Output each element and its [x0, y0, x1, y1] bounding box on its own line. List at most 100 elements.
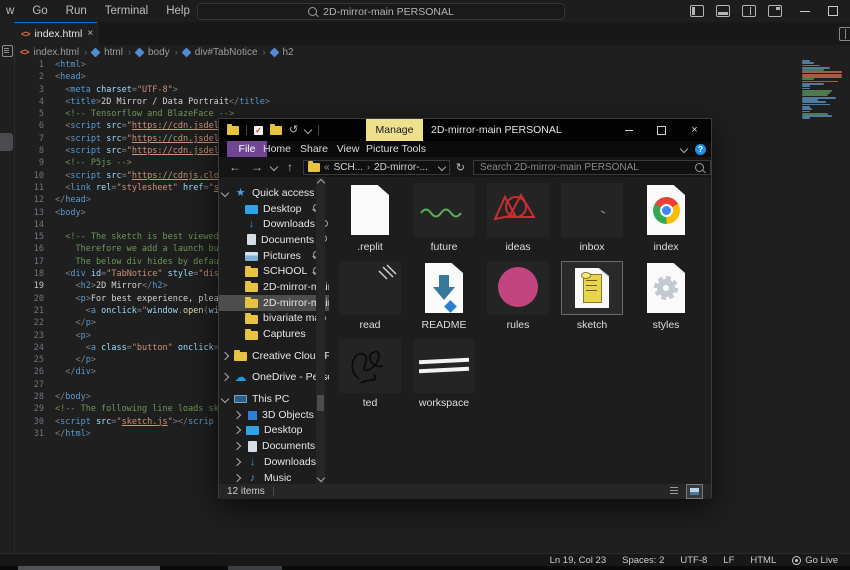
file-styles[interactable]: styles: [629, 261, 703, 339]
sidebar-item-desktop[interactable]: Desktop: [219, 423, 329, 439]
manage-contextual-tab[interactable]: Manage: [366, 119, 423, 141]
status-item[interactable]: LF: [723, 555, 734, 566]
code-line[interactable]: 3 <meta charset="UTF-8">: [14, 84, 850, 96]
ribbon-tab-picture-tools[interactable]: Picture Tools: [365, 141, 427, 157]
toggle-sidebar-icon[interactable]: [690, 5, 704, 17]
details-view-icon[interactable]: [667, 484, 682, 497]
explorer-maximize-button[interactable]: [645, 119, 678, 141]
sidebar-scrollbar[interactable]: [316, 177, 325, 484]
ribbon-tab-view[interactable]: View: [335, 141, 361, 157]
sidebar-item-onedrive-person[interactable]: ☁OneDrive - Person: [219, 370, 329, 386]
sidebar-item-this-pc[interactable]: This PC: [219, 391, 329, 407]
split-editor-icon[interactable]: [839, 27, 850, 41]
file-ted[interactable]: ted: [333, 339, 407, 417]
sidebar-item-creative-cloud-fil[interactable]: Creative Cloud Fil: [219, 348, 329, 364]
file-index[interactable]: index: [629, 183, 703, 261]
breadcrumb-item[interactable]: index.html: [34, 47, 80, 58]
sidebar-item-school[interactable]: SCHOOL: [219, 263, 329, 279]
forward-icon[interactable]: →: [251, 160, 263, 174]
sidebar-item-3d-objects[interactable]: 3D Objects: [219, 407, 329, 423]
chevron-down-icon[interactable]: [221, 395, 229, 403]
breadcrumb-item[interactable]: body: [148, 47, 170, 58]
chevron-right-icon[interactable]: [233, 458, 241, 466]
status-item[interactable]: UTF-8: [680, 555, 707, 566]
crumb-school[interactable]: SCH...: [334, 162, 363, 173]
minimize-icon[interactable]: [800, 11, 810, 12]
tab-index-html[interactable]: <> index.html ×: [14, 22, 98, 45]
chevron-right-icon[interactable]: [233, 442, 241, 450]
sidebar-item-captures[interactable]: Captures: [219, 326, 329, 342]
status-item[interactable]: Ln 19, Col 23: [550, 555, 607, 566]
explorer-titlebar[interactable]: ✓ ↺ Manage 2D-mirror-main PERSONAL ×: [219, 119, 711, 141]
sidebar-item-documents[interactable]: Documents: [219, 232, 329, 248]
sidebar-item-2d-mirror-main[interactable]: 2D-mirror-main: [219, 279, 329, 295]
back-icon[interactable]: ←: [229, 160, 241, 174]
customize-layout-icon[interactable]: [768, 5, 782, 17]
tab-close-icon[interactable]: ×: [87, 28, 93, 39]
breadcrumb-item[interactable]: html: [104, 47, 123, 58]
notebook-icon[interactable]: [2, 45, 13, 57]
up-icon[interactable]: ↑: [287, 160, 293, 174]
file-read[interactable]: read: [333, 261, 407, 339]
properties-check-icon[interactable]: ✓: [254, 126, 263, 135]
file-sketch[interactable]: sketch: [555, 261, 629, 339]
undo-icon[interactable]: ↺: [289, 125, 298, 135]
file-inbox[interactable]: inbox: [555, 183, 629, 261]
sidebar-item-documents[interactable]: Documents: [219, 438, 329, 454]
chevron-right-icon[interactable]: [233, 411, 241, 419]
file-workspace[interactable]: workspace: [407, 339, 481, 417]
scroll-down-icon[interactable]: [317, 474, 325, 482]
chevron-down-icon[interactable]: [304, 126, 312, 134]
sidebar-item-pictures[interactable]: Pictures: [219, 248, 329, 264]
chevron-right-icon[interactable]: [233, 426, 241, 434]
scroll-up-icon[interactable]: [317, 179, 325, 187]
file-replit[interactable]: .replit: [333, 183, 407, 261]
code-line[interactable]: 4 <title>2D Mirror / Data Portrait</titl…: [14, 96, 850, 108]
sidebar-item-desktop[interactable]: Desktop: [219, 201, 329, 217]
chevron-down-icon[interactable]: [221, 189, 229, 197]
explorer-search-input[interactable]: Search 2D-mirror-main PERSONAL: [473, 160, 711, 175]
large-icons-view-icon[interactable]: [686, 484, 703, 499]
crumb-2d-mirror[interactable]: 2D-mirror-...: [374, 162, 428, 173]
minimap[interactable]: [802, 60, 848, 120]
sidebar-item-quick-access[interactable]: ★Quick access: [219, 185, 329, 201]
chevron-right-icon[interactable]: [233, 473, 241, 481]
chevron-right-icon[interactable]: [221, 373, 229, 381]
sidebar-item-bivariate-map[interactable]: bivariate map: [219, 311, 329, 327]
sidebar-item-downloads[interactable]: ↓Downloads: [219, 216, 329, 232]
menu-item-help[interactable]: Help: [166, 5, 190, 17]
breadcrumb-item[interactable]: h2: [283, 47, 294, 58]
go-live-button[interactable]: Go Live: [792, 555, 838, 566]
status-item[interactable]: Spaces: 2: [622, 555, 664, 566]
ribbon-tab-home[interactable]: Home: [263, 141, 291, 157]
restore-icon[interactable]: [828, 6, 838, 16]
file-ideas[interactable]: ideas: [481, 183, 555, 261]
expand-ribbon-icon[interactable]: [680, 145, 688, 153]
menu-item-w[interactable]: w: [6, 5, 14, 17]
code-line[interactable]: 2<head>: [14, 71, 850, 83]
address-breadcrumb[interactable]: « SCH... › 2D-mirror-...: [303, 160, 450, 175]
sidebar-item-downloads[interactable]: ↓Downloads: [219, 454, 329, 470]
recent-locations-icon[interactable]: [270, 163, 278, 171]
explorer-minimize-button[interactable]: [612, 119, 645, 141]
help-icon[interactable]: ?: [695, 144, 706, 155]
command-center-search[interactable]: 2D-mirror-main PERSONAL: [197, 3, 565, 20]
menu-item-go[interactable]: Go: [32, 5, 47, 17]
address-dropdown-icon[interactable]: [437, 163, 445, 171]
scrollbar-thumb[interactable]: [317, 395, 324, 411]
explorer-close-button[interactable]: ×: [678, 119, 711, 141]
chevron-right-icon[interactable]: [221, 351, 229, 359]
sidebar-item-music[interactable]: ♪Music: [219, 470, 329, 484]
file-rules[interactable]: rules: [481, 261, 555, 339]
new-folder-icon[interactable]: [270, 126, 282, 135]
folder-icon[interactable]: [227, 126, 239, 135]
menu-item-run[interactable]: Run: [66, 5, 87, 17]
toggle-panel-icon[interactable]: [716, 5, 730, 17]
breadcrumb-item[interactable]: div#TabNotice: [195, 47, 258, 58]
toggle-secondary-sidebar-icon[interactable]: [742, 5, 756, 17]
status-item[interactable]: HTML: [750, 555, 776, 566]
ribbon-tab-share[interactable]: Share: [299, 141, 329, 157]
ribbon-tab-file[interactable]: File: [227, 141, 267, 157]
file-future[interactable]: future: [407, 183, 481, 261]
sidebar-item-2d-mirror-main[interactable]: 2D-mirror-main: [219, 295, 329, 311]
